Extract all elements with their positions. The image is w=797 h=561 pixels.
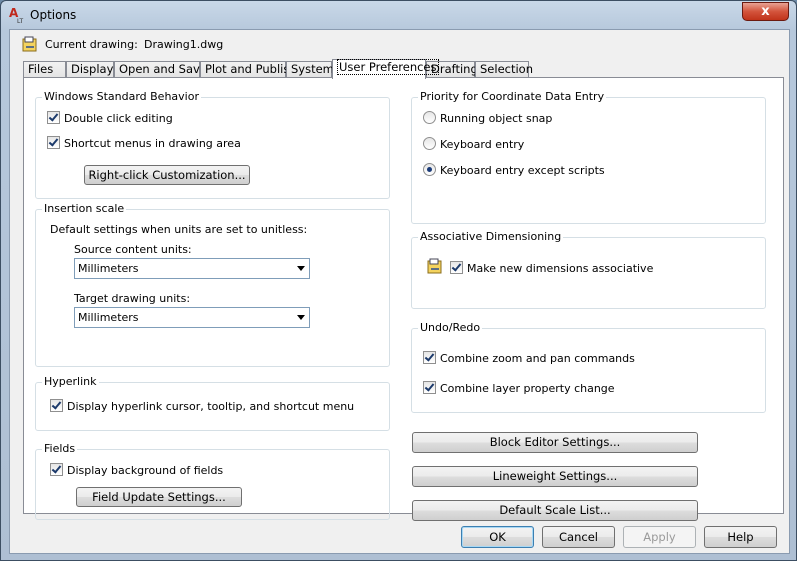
display-background-fields-checkbox[interactable]: Display background of fields [50,463,223,477]
radio-circle[interactable] [423,137,436,150]
dialog-body: Current drawing: Drawing1.dwg Files Disp… [9,29,790,554]
options-dialog: A LT Options x Current drawing: Drawing1… [0,0,797,561]
group-title: Undo/Redo [418,321,483,334]
checkbox-box[interactable] [47,136,60,149]
combine-layer-property-checkbox[interactable]: Combine layer property change [423,381,615,395]
lineweight-settings-button[interactable]: Lineweight Settings... [412,466,698,487]
undo-redo-group: Undo/Redo Combine zoom and pan commands … [411,321,766,413]
double-click-editing-checkbox[interactable]: Double click editing [47,111,173,125]
field-update-settings-button[interactable]: Field Update Settings... [76,487,242,507]
keyboard-entry-except-scripts-radio[interactable]: Keyboard entry except scripts [423,163,605,177]
shortcut-menus-checkbox[interactable]: Shortcut menus in drawing area [47,136,241,150]
tab-display[interactable]: Display [66,61,114,78]
block-editor-settings-button[interactable]: Block Editor Settings... [412,432,698,453]
make-dimensions-associative-checkbox[interactable]: Make new dimensions associative [450,261,653,275]
chevron-down-icon [297,266,305,271]
checkbox-box[interactable] [47,111,60,124]
ok-button[interactable]: OK [461,526,534,548]
tab-files[interactable]: Files [23,61,66,78]
autocad-lt-app-icon: A LT [9,6,24,24]
close-icon: x [761,4,770,19]
svg-text:LT: LT [17,18,24,24]
help-button[interactable]: Help [704,526,777,548]
insertion-scale-group: Insertion scale Default settings when un… [35,202,390,367]
tab-system[interactable]: System [286,61,334,78]
group-title: Windows Standard Behavior [42,90,201,103]
fields-group: Fields Display background of fields Fiel… [35,442,390,520]
default-scale-list-button[interactable]: Default Scale List... [412,500,698,521]
tab-selection[interactable]: Selection [475,61,533,78]
cancel-button[interactable]: Cancel [542,526,615,548]
radio-circle[interactable] [423,163,436,176]
running-object-snap-radio[interactable]: Running object snap [423,111,552,125]
current-drawing-label: Current drawing: [45,38,138,51]
radio-circle[interactable] [423,111,436,124]
checkbox-box[interactable] [50,399,63,412]
checkbox-box[interactable] [423,351,436,364]
group-title: Associative Dimensioning [418,230,564,243]
associative-dimensioning-group: Associative Dimensioning Make new dimens… [411,230,766,309]
checkbox-box[interactable] [50,463,63,476]
combine-zoom-pan-checkbox[interactable]: Combine zoom and pan commands [423,351,635,365]
drawing-file-icon [22,36,37,52]
drawing-file-icon [427,258,442,274]
group-title: Insertion scale [42,202,127,215]
target-drawing-units-label: Target drawing units: [74,292,191,305]
source-content-units-dropdown[interactable]: Millimeters [74,258,310,279]
priority-coordinate-entry-group: Priority for Coordinate Data Entry Runni… [411,90,766,224]
checkbox-box[interactable] [423,381,436,394]
keyboard-entry-radio[interactable]: Keyboard entry [423,137,524,151]
apply-button[interactable]: Apply [623,526,696,548]
user-preferences-panel: Windows Standard Behavior Double click e… [23,77,784,521]
right-click-customization-button[interactable]: Right-click Customization... [84,165,250,185]
source-content-units-label: Source content units: [74,243,192,256]
chevron-down-icon [297,315,305,320]
title-bar[interactable]: A LT Options x [1,1,796,29]
insertion-scale-description: Default settings when units are set to u… [50,223,308,236]
group-title: Priority for Coordinate Data Entry [418,90,607,103]
group-title: Fields [42,442,78,455]
hyperlink-group: Hyperlink Display hyperlink cursor, tool… [35,375,390,431]
windows-standard-behavior-group: Windows Standard Behavior Double click e… [35,90,390,199]
tab-plot-and-publish[interactable]: Plot and Publish [200,61,297,78]
window-title: Options [30,8,77,22]
close-button[interactable]: x [742,2,789,21]
target-drawing-units-dropdown[interactable]: Millimeters [74,307,310,328]
display-hyperlink-checkbox[interactable]: Display hyperlink cursor, tooltip, and s… [50,399,354,413]
group-title: Hyperlink [42,375,99,388]
tab-user-preferences[interactable]: User Preferences [332,59,439,79]
current-drawing-name: Drawing1.dwg [144,38,224,51]
checkbox-box[interactable] [450,261,463,274]
tab-open-and-save[interactable]: Open and Save [114,61,207,78]
